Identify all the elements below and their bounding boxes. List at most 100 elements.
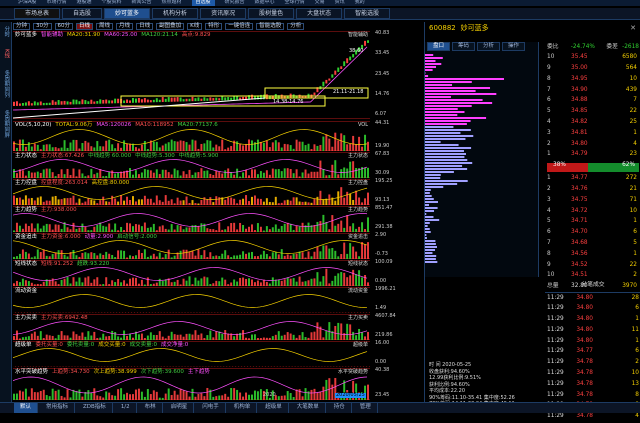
sidebar-item[interactable]: 多周期同屏 bbox=[3, 110, 9, 138]
tab-6[interactable]: 股树量色 bbox=[248, 8, 294, 19]
book-level[interactable]: 734.685 bbox=[545, 239, 640, 250]
indicator-tab[interactable]: 启明星 bbox=[165, 403, 195, 413]
top-menu-item[interactable]: 新闻公告 bbox=[131, 0, 151, 6]
toolbar-button[interactable]: 分析 bbox=[287, 23, 304, 31]
sidebar-item[interactable]: K线 bbox=[3, 49, 9, 58]
book-level[interactable]: 1034.512 bbox=[545, 271, 640, 282]
indicator-bar bbox=[13, 169, 15, 178]
indicator-bar bbox=[165, 254, 167, 259]
toolbar-button[interactable]: 30分 bbox=[33, 23, 52, 31]
indicator-tab[interactable]: ZDB指标 bbox=[77, 403, 113, 413]
indicator-tab[interactable]: 1/2 bbox=[115, 403, 137, 413]
book-level[interactable]: 734.90439 bbox=[545, 85, 640, 96]
tab-3[interactable]: 妙可蓝多 bbox=[104, 8, 150, 19]
toolbar-button[interactable]: 特形 bbox=[205, 23, 222, 31]
top-menu-item[interactable]: 资讯 bbox=[335, 0, 345, 6]
indicator-tab[interactable]: 常用指标 bbox=[40, 403, 75, 413]
indicator-tab[interactable]: 大笔数单 bbox=[291, 403, 326, 413]
indicator-tab[interactable]: 闪电手 bbox=[196, 403, 226, 413]
tab-4[interactable]: 机构分析 bbox=[152, 8, 198, 19]
top-menu-item[interactable]: 全球行情 bbox=[285, 0, 305, 6]
chip-bar bbox=[425, 138, 465, 140]
toolbar-button[interactable]: 分钟 bbox=[13, 23, 30, 31]
book-level[interactable]: 834.561 bbox=[545, 249, 640, 260]
indicator-bar bbox=[186, 142, 188, 151]
indicator-bar bbox=[275, 140, 277, 151]
top-menu-item[interactable]: 我的 bbox=[355, 0, 365, 6]
toolbar-button[interactable]: 副图叠加 bbox=[156, 23, 184, 31]
indicator-bar bbox=[138, 174, 140, 178]
indicator-bar bbox=[236, 169, 238, 178]
indicator-tab[interactable]: 默认 bbox=[14, 403, 38, 413]
top-menu-item[interactable]: 市场行情 bbox=[46, 0, 66, 6]
indicator-bar bbox=[272, 277, 274, 286]
candle bbox=[52, 100, 54, 105]
indicator-bar bbox=[165, 144, 167, 151]
trade-volume: 4 bbox=[610, 414, 639, 420]
top-menu-item[interactable]: 个股资料 bbox=[101, 0, 121, 6]
book-level[interactable]: 935.00564 bbox=[545, 64, 640, 75]
top-menu-item[interactable]: 研究报告 bbox=[225, 0, 245, 6]
book-level[interactable]: 634.887 bbox=[545, 96, 640, 107]
toolbar-button[interactable]: K线 bbox=[187, 23, 202, 31]
panel-plot bbox=[13, 32, 370, 120]
book-level[interactable]: 834.9510 bbox=[545, 74, 640, 85]
book-level[interactable]: 1035.456580 bbox=[545, 53, 640, 64]
tab-2[interactable]: 自选股 bbox=[62, 8, 102, 19]
book-level[interactable]: 234.804 bbox=[545, 139, 640, 150]
indicator-bar bbox=[337, 323, 339, 340]
top-menu-item[interactable]: 自选股 bbox=[192, 0, 215, 6]
toolbar-button[interactable]: 日线 bbox=[76, 23, 93, 31]
toolbar-button[interactable]: 智能选股 bbox=[256, 23, 284, 31]
top-menu-item[interactable]: 热点题材 bbox=[161, 0, 181, 6]
chip-bar bbox=[425, 219, 439, 221]
book-level[interactable]: 434.7210 bbox=[545, 206, 640, 217]
indicator-tab[interactable]: 机构单 bbox=[228, 403, 258, 413]
indicator-bar bbox=[313, 389, 315, 400]
indicator-bar bbox=[165, 364, 167, 367]
book-level[interactable]: 234.7621 bbox=[545, 185, 640, 196]
toolbar-button[interactable]: 一键倍连 bbox=[225, 23, 253, 31]
indicator-tab[interactable]: 布林 bbox=[139, 403, 163, 413]
indicator-bar bbox=[278, 396, 280, 400]
indicator-bar bbox=[290, 393, 292, 400]
indicator-tab[interactable]: 管理 bbox=[354, 403, 378, 413]
top-menu-item[interactable]: 沪深A股 bbox=[18, 0, 36, 6]
close-icon[interactable]: ✕ bbox=[630, 25, 636, 32]
indicator-bar bbox=[183, 229, 185, 232]
toolbar-button[interactable]: 周线 bbox=[96, 23, 113, 31]
indicator-bar bbox=[52, 389, 54, 400]
book-level[interactable]: 134.77272 bbox=[545, 174, 640, 185]
tab-7[interactable]: 大盘状态 bbox=[296, 8, 342, 19]
book-level[interactable]: 534.8522 bbox=[545, 107, 640, 118]
sidebar-item[interactable]: 多周期同列 bbox=[3, 70, 9, 98]
top-menu-item[interactable]: 数据中心 bbox=[255, 0, 275, 6]
book-level[interactable]: 434.8225 bbox=[545, 118, 640, 129]
tab-1[interactable]: 市场总表 bbox=[14, 8, 60, 19]
indicator-bar bbox=[212, 202, 214, 205]
indicator-bar bbox=[302, 142, 304, 151]
sidebar-item[interactable]: 分时 bbox=[3, 26, 9, 37]
indicator-bar bbox=[93, 147, 95, 151]
top-menu-item[interactable]: 港股通 bbox=[76, 0, 91, 6]
indicator-bar bbox=[337, 174, 339, 178]
top-menu-item[interactable]: 交易 bbox=[315, 0, 325, 6]
book-level[interactable]: 634.706 bbox=[545, 228, 640, 239]
indicator-bar bbox=[144, 365, 146, 367]
toolbar-button[interactable]: 60分 bbox=[55, 23, 74, 31]
book-level[interactable]: 334.811 bbox=[545, 128, 640, 139]
book-level[interactable]: 534.711 bbox=[545, 217, 640, 228]
toolbar-button[interactable]: 月线 bbox=[116, 23, 133, 31]
indicator-bar bbox=[316, 322, 318, 340]
tab-5[interactable]: 资讯原况 bbox=[200, 8, 246, 19]
book-level[interactable]: 334.7571 bbox=[545, 195, 640, 206]
book-level[interactable]: 934.5222 bbox=[545, 260, 640, 271]
tab-8[interactable]: 智能选股 bbox=[344, 8, 390, 19]
book-level[interactable]: 134.7923 bbox=[545, 150, 640, 161]
indicator-tab[interactable]: 超级单 bbox=[259, 403, 289, 413]
indicator-tab[interactable]: 持仓 bbox=[328, 403, 352, 413]
indicator-bar bbox=[275, 335, 277, 340]
level-label: 3 bbox=[547, 131, 571, 137]
candle bbox=[313, 93, 315, 96]
toolbar-button[interactable]: 日线 bbox=[136, 23, 153, 31]
